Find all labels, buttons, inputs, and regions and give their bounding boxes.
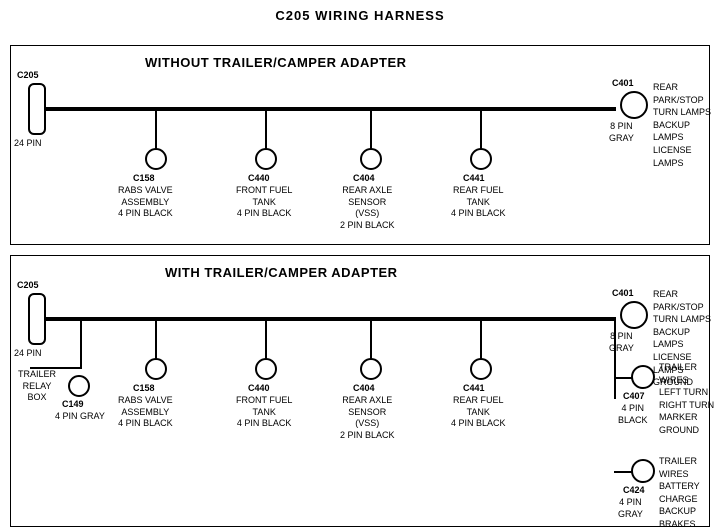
c407-label: TRAILER WIRESLEFT TURNRIGHT TURNMARKERGR… — [659, 361, 720, 437]
c440-id-s1: C440 — [248, 173, 270, 185]
c158-id-s1: C158 — [133, 173, 155, 185]
c149-desc: 4 PIN GRAY — [55, 411, 105, 423]
vline-c440-s1 — [265, 109, 267, 149]
c205-id-s1: C205 — [17, 70, 39, 82]
c205-id-s2: C205 — [17, 280, 39, 292]
c404-id-s2: C404 — [353, 383, 375, 395]
c404-circle-s2 — [360, 358, 382, 380]
c158-desc-s1: RABS VALVEASSEMBLY4 PIN BLACK — [118, 185, 173, 220]
c407-id: C407 — [623, 391, 645, 403]
c407-circle — [631, 365, 655, 389]
c401-circle-s2 — [620, 301, 648, 329]
c205-pins-s1: 24 PIN — [14, 138, 42, 150]
vline-c158-s2 — [155, 319, 157, 359]
c441-desc-s2: REAR FUELTANK4 PIN BLACK — [451, 395, 506, 430]
c441-circle-s2 — [470, 358, 492, 380]
c158-circle-s2 — [145, 358, 167, 380]
page: C205 WIRING HARNESS WITHOUT TRAILER/CAMP… — [0, 0, 720, 523]
c424-id: C424 — [623, 485, 645, 497]
c158-circle-s1 — [145, 148, 167, 170]
vline-trailer-relay — [80, 319, 82, 369]
c401-label-s1: REAR PARK/STOPTURN LAMPSBACKUP LAMPSLICE… — [653, 81, 720, 169]
vline-c441-s1 — [480, 109, 482, 149]
vline-c158-s1 — [155, 109, 157, 149]
c205-rect-s2 — [28, 293, 46, 345]
c401-pins-s2: 8 PIN GRAY — [609, 331, 634, 354]
c401-id-s1: C401 — [612, 78, 634, 90]
c404-desc-s2: REAR AXLESENSOR(VSS)2 PIN BLACK — [340, 395, 395, 442]
c441-circle-s1 — [470, 148, 492, 170]
diagram-area: WITHOUT TRAILER/CAMPER ADAPTER C205 24 P… — [0, 23, 720, 523]
c401-circle-s1 — [620, 91, 648, 119]
c205-rect-s1 — [28, 83, 46, 135]
c158-id-s2: C158 — [133, 383, 155, 395]
c404-circle-s1 — [360, 148, 382, 170]
mainline-s2 — [46, 317, 616, 321]
section1-label: WITHOUT TRAILER/CAMPER ADAPTER — [145, 55, 407, 70]
c440-desc-s2: FRONT FUELTANK4 PIN BLACK — [236, 395, 292, 430]
vline-c404-s1 — [370, 109, 372, 149]
vline-right-branch — [614, 319, 616, 399]
vline-c441-s2 — [480, 319, 482, 359]
c404-desc-s1: REAR AXLESENSOR(VSS)2 PIN BLACK — [340, 185, 395, 232]
vline-c440-s2 — [265, 319, 267, 359]
c401-id-s2: C401 — [612, 288, 634, 300]
c404-id-s1: C404 — [353, 173, 375, 185]
c441-id-s2: C441 — [463, 383, 485, 395]
c424-circle — [631, 459, 655, 483]
c440-circle-s1 — [255, 148, 277, 170]
c149-circle — [68, 375, 90, 397]
section2-label: WITH TRAILER/CAMPER ADAPTER — [165, 265, 398, 280]
c205-pins-s2: 24 PIN — [14, 348, 42, 360]
c149-id: C149 — [62, 399, 84, 411]
trailer-relay-label: TRAILERRELAYBOX — [18, 369, 56, 404]
c407-pins: 4 PINBLACK — [618, 403, 648, 426]
mainline-s1 — [46, 107, 616, 111]
page-title: C205 WIRING HARNESS — [0, 0, 720, 23]
vline-c404-s2 — [370, 319, 372, 359]
c441-id-s1: C441 — [463, 173, 485, 185]
c440-circle-s2 — [255, 358, 277, 380]
c158-desc-s2: RABS VALVEASSEMBLY4 PIN BLACK — [118, 395, 173, 430]
c440-desc-s1: FRONT FUELTANK4 PIN BLACK — [236, 185, 292, 220]
c441-desc-s1: REAR FUELTANK4 PIN BLACK — [451, 185, 506, 220]
c424-label: TRAILER WIRESBATTERY CHARGEBACKUPBRAKES — [659, 455, 720, 531]
c401-pins-s1: 8 PIN GRAY — [609, 121, 634, 144]
c440-id-s2: C440 — [248, 383, 270, 395]
